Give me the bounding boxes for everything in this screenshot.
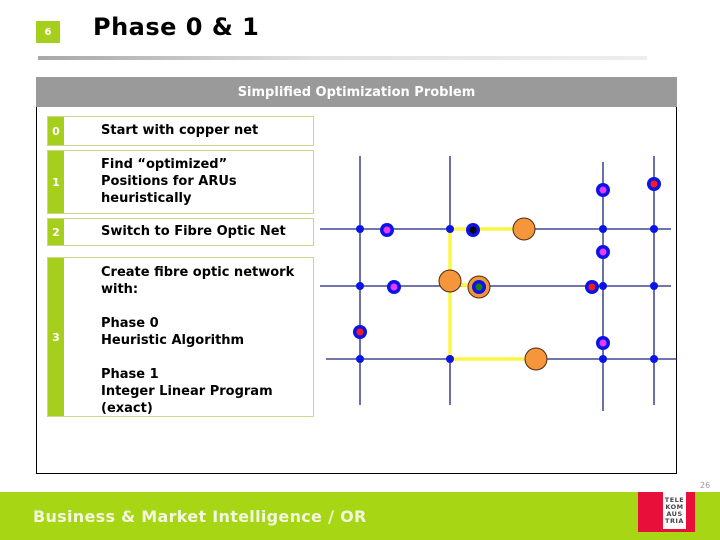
junction-node bbox=[650, 225, 658, 233]
copper-net bbox=[320, 156, 677, 411]
junction-node bbox=[599, 355, 607, 363]
customer-node-core bbox=[588, 283, 596, 291]
customer-node-core bbox=[650, 180, 658, 188]
aru-node bbox=[524, 347, 548, 371]
page-number: 26 bbox=[700, 481, 711, 490]
fibre-net bbox=[448, 227, 536, 361]
network-diagram bbox=[320, 156, 677, 411]
footer-text: Business & Market Intelligence / OR bbox=[33, 507, 367, 526]
customer-node-core bbox=[599, 248, 607, 256]
junction-node bbox=[356, 282, 364, 290]
logo-text-block: TELE KOM AUS TRIA bbox=[663, 492, 686, 529]
junction-node bbox=[650, 355, 658, 363]
customer-node-core bbox=[475, 283, 483, 291]
customer-node-core bbox=[599, 186, 607, 194]
customer-node-core bbox=[390, 283, 398, 291]
junction-node bbox=[599, 282, 607, 290]
junction-node bbox=[356, 225, 364, 233]
logo-line: TRIA bbox=[665, 516, 684, 525]
junction-node bbox=[446, 355, 454, 363]
network-nodes bbox=[353, 177, 661, 371]
fibre-line bbox=[448, 227, 536, 361]
junction-node bbox=[650, 282, 658, 290]
customer-node-core bbox=[356, 328, 364, 336]
telekom-austria-logo: TELE KOM AUS TRIA bbox=[638, 492, 695, 532]
junction-node bbox=[356, 355, 364, 363]
aru-node bbox=[512, 217, 536, 241]
customer-node-core bbox=[599, 339, 607, 347]
junction-node bbox=[446, 225, 454, 233]
customer-node-core bbox=[469, 226, 477, 234]
aru-node bbox=[438, 269, 462, 293]
junction-node bbox=[599, 225, 607, 233]
customer-node-core bbox=[383, 226, 391, 234]
